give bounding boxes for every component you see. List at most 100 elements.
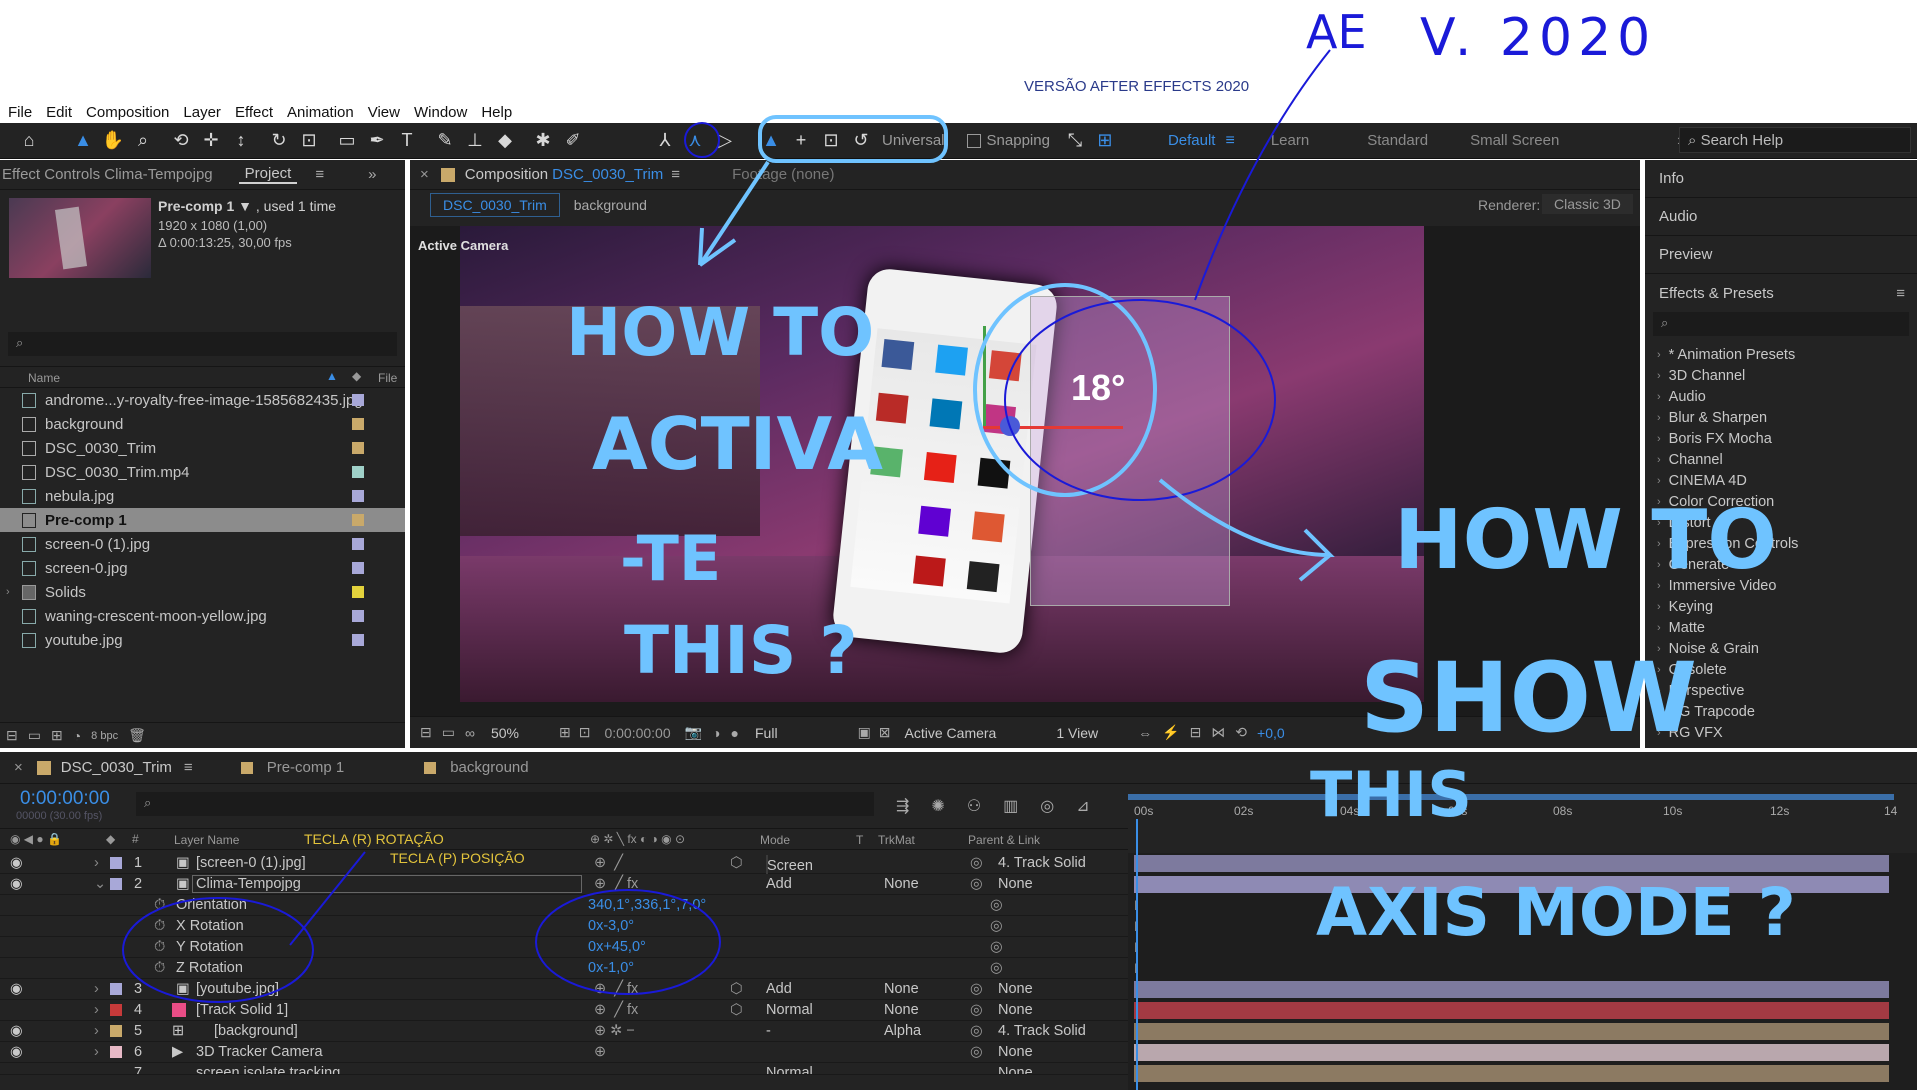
exposure-value[interactable]: +0,0 — [1257, 725, 1285, 741]
pick-whip-icon[interactable]: ◎ — [970, 981, 983, 997]
effect-category[interactable]: › Channel — [1645, 449, 1917, 470]
tab-project[interactable]: Project — [238, 165, 298, 184]
label-color-chip[interactable] — [110, 1004, 122, 1016]
view-axis-icon[interactable]: ▷ — [710, 126, 740, 156]
shy-layers-icon[interactable]: ⚇ — [967, 796, 981, 816]
col-parent[interactable]: Parent & Link — [968, 833, 1040, 847]
layer-duration-bar[interactable] — [1134, 1044, 1889, 1061]
snapping-checkbox[interactable] — [966, 133, 981, 148]
project-folder[interactable]: › Solids — [0, 580, 405, 604]
y-axis-gizmo[interactable] — [983, 326, 986, 426]
3d-layer-icon[interactable]: ⬡ — [730, 981, 743, 997]
workspace-default[interactable]: Default — [1168, 132, 1216, 149]
stopwatch-icon[interactable]: ⏱ — [154, 897, 165, 913]
av-features-icon[interactable]: ◉ ◀ ● 🔒 — [10, 832, 62, 846]
fast-previews-icon[interactable]: ⚡ — [1162, 724, 1179, 741]
property-row[interactable]: ⏱ X Rotation 0x-3,0° ◎ — [0, 916, 1128, 937]
comp-flowchart-icon[interactable]: ⇶ — [896, 796, 909, 816]
reset-exposure-icon[interactable]: ⟲ — [1235, 724, 1247, 741]
pick-whip-icon[interactable]: ◎ — [970, 876, 983, 892]
effect-category[interactable]: › Noise & Grain — [1645, 638, 1917, 659]
world-axis-icon[interactable]: ⋏ — [680, 126, 710, 156]
expression-pick-whip-icon[interactable]: ◎ — [990, 960, 1003, 976]
effect-category[interactable]: › Distort — [1645, 512, 1917, 533]
current-time[interactable]: 0:00:00:00 — [604, 725, 670, 741]
layer-row-selected[interactable]: ◉ ⌄ 2 ▣ Clima-Tempojpg ⊕ ╱ fx Add None ◎… — [0, 874, 1128, 895]
mode-dropdown[interactable]: Normal — [766, 1065, 813, 1074]
time-ruler[interactable]: 00s 02s 04s 06s 08s 10s 12s 14 — [1128, 792, 1897, 820]
project-item[interactable]: youtube.jpg — [0, 628, 405, 652]
composition-tab-label[interactable]: Composition — [465, 166, 548, 183]
effect-category[interactable]: › Expression Controls — [1645, 533, 1917, 554]
property-value[interactable]: 340,1°,336,1°,7,0° — [588, 897, 706, 913]
label-color-chip[interactable] — [110, 1025, 122, 1037]
menu-layer[interactable]: Layer — [183, 104, 221, 121]
layer-duration-bar[interactable] — [1134, 855, 1889, 872]
pan-behind-icon[interactable]: ⊡ — [294, 126, 324, 156]
property-row[interactable]: ⏱ Y Rotation 0x+45,0° ◎ — [0, 937, 1128, 958]
snapshot-icon[interactable]: 📷 — [685, 724, 702, 741]
timeline-tab-background[interactable]: background — [450, 759, 528, 776]
work-area-bar[interactable] — [1128, 794, 1894, 800]
close-icon[interactable]: × — [14, 759, 23, 776]
effect-category[interactable]: › 3D Channel — [1645, 365, 1917, 386]
label-color-chip[interactable] — [110, 983, 122, 995]
layer-duration-bar[interactable] — [1134, 1002, 1889, 1019]
bit-depth-label[interactable]: 8 bpc — [91, 730, 118, 742]
menu-help[interactable]: Help — [481, 104, 512, 121]
pen-tool-icon[interactable]: ✒ — [362, 126, 392, 156]
chevron-right-icon[interactable]: › — [6, 586, 10, 598]
camera-dropdown[interactable]: Active Camera — [905, 725, 997, 741]
chevron-right-icon[interactable]: › — [94, 1023, 99, 1039]
effect-category[interactable]: › Keying — [1645, 596, 1917, 617]
panel-menu-icon[interactable]: ≡ — [1896, 285, 1905, 302]
label-icon[interactable]: ◆ — [106, 832, 115, 846]
expression-pick-whip-icon[interactable]: ◎ — [990, 939, 1003, 955]
switches-icons[interactable]: ⊕ ✲ ╲ fx ◐ ◑ ◉ ⊙ — [590, 832, 685, 846]
interpret-footage-icon[interactable]: ⊟ — [6, 727, 18, 744]
trkmat-dropdown[interactable]: None — [884, 1002, 919, 1018]
mode-dropdown[interactable]: Normal — [766, 1002, 813, 1018]
col-name[interactable]: Name — [28, 371, 60, 385]
chevron-right-icon[interactable]: › — [94, 1044, 99, 1060]
col-mode[interactable]: Mode — [760, 833, 790, 847]
effect-category[interactable]: › Obsolete — [1645, 659, 1917, 680]
rotate-tool-icon[interactable]: ↻ — [264, 126, 294, 156]
local-axis-icon[interactable]: ⅄ — [650, 126, 680, 156]
parent-dropdown[interactable]: None — [998, 1065, 1033, 1074]
eye-icon[interactable]: ◉ — [10, 981, 23, 997]
parent-dropdown[interactable]: None — [998, 876, 1033, 892]
property-value[interactable]: 0x-1,0° — [588, 960, 634, 976]
project-item[interactable]: screen-0 (1).jpg — [0, 532, 405, 556]
motion-blur-icon[interactable]: ◎ — [1040, 796, 1054, 816]
mode-dropdown[interactable]: - — [766, 1023, 771, 1039]
frame-blending-icon[interactable]: ▥ — [1003, 796, 1018, 816]
search-help-input[interactable]: ⌕ Search Help — [1679, 127, 1911, 153]
stopwatch-icon[interactable]: ⏱ — [154, 960, 165, 976]
sort-icon[interactable]: ▲ — [326, 369, 338, 383]
preview-panel-tab[interactable]: Preview — [1645, 236, 1917, 274]
switches-icons[interactable]: ⊕ ╱ fx — [594, 876, 638, 892]
project-item[interactable]: androme...y-royalty-free-image-158568243… — [0, 388, 405, 412]
stopwatch-icon[interactable]: ⏱ — [154, 918, 165, 934]
composition-viewer-image[interactable]: 18° — [460, 226, 1424, 702]
layer-row[interactable]: ◉ › 5 ⊞ [background] ⊕ ✲ − - Alpha ◎ 4. … — [0, 1021, 1128, 1042]
flowchart-icon[interactable]: ⋈ — [1211, 724, 1225, 741]
timeline-current-time[interactable]: 0:00:00:00 — [20, 788, 110, 810]
parent-dropdown[interactable]: None — [998, 1002, 1033, 1018]
project-item[interactable]: DSC_0030_Trim — [0, 436, 405, 460]
rectangle-tool-icon[interactable]: ▭ — [332, 126, 362, 156]
eye-icon[interactable]: ◉ — [10, 1044, 23, 1060]
expression-pick-whip-icon[interactable]: ◎ — [990, 918, 1003, 934]
selection-tool-icon[interactable]: ▲ — [68, 126, 98, 156]
panel-menu-icon[interactable]: ≡ — [315, 166, 324, 183]
resolution-dropdown[interactable]: Full — [755, 725, 778, 741]
timeline-icon[interactable]: ⊟ — [1190, 724, 1202, 741]
layer-name[interactable]: screen isolate tracking — [196, 1065, 340, 1074]
transparency-grid-icon[interactable]: ⊠ — [879, 724, 891, 741]
workspace-menu-icon[interactable]: ≡ — [1225, 132, 1234, 150]
menu-composition[interactable]: Composition — [86, 104, 169, 121]
eye-icon[interactable]: ◉ — [10, 855, 23, 871]
parent-dropdown[interactable]: 4. Track Solid — [998, 855, 1086, 871]
timeline-tab-dsc-trim[interactable]: DSC_0030_Trim — [61, 759, 172, 776]
